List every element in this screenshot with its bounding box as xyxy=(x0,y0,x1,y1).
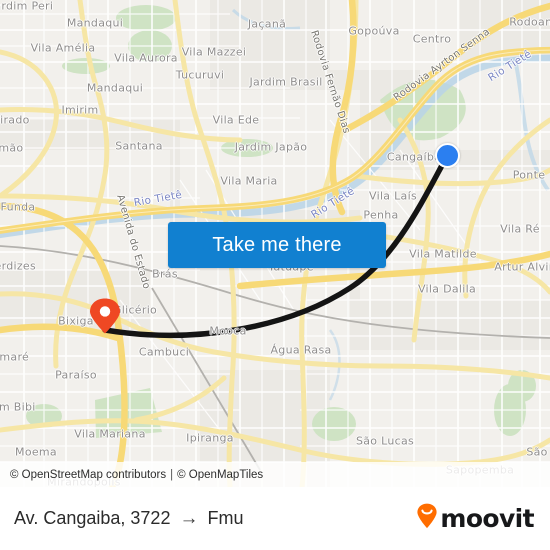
trip-title: Av. Cangaiba, 3722 → Fmu xyxy=(14,508,243,530)
attribution-openstreetmap-link[interactable]: © OpenStreetMap contributors xyxy=(10,469,166,481)
trip-destination-label: Fmu xyxy=(207,508,244,528)
take-me-there-button[interactable]: Take me there xyxy=(168,222,386,268)
trip-footer-bar: Av. Cangaiba, 3722 → Fmu moovit xyxy=(0,487,550,550)
attribution-separator: | xyxy=(170,468,174,481)
arrow-right-icon: → xyxy=(179,507,199,529)
trip-origin-label: Av. Cangaiba, 3722 xyxy=(14,508,171,528)
map-attribution: © OpenStreetMap contributors | © OpenMap… xyxy=(0,462,550,487)
destination-dot-marker[interactable] xyxy=(435,143,460,168)
origin-pin-marker[interactable] xyxy=(88,298,122,334)
moovit-pin-icon xyxy=(416,503,438,534)
attribution-openmaptiles-link[interactable]: © OpenMapTiles xyxy=(177,469,263,481)
moovit-wordmark: moovit xyxy=(440,504,534,533)
moovit-trip-map-screen: Jardim PeriMandaquiJaçanãGopoúvaCentroRo… xyxy=(0,0,550,550)
moovit-logo[interactable]: moovit xyxy=(416,503,535,534)
map-canvas[interactable]: Jardim PeriMandaquiJaçanãGopoúvaCentroRo… xyxy=(0,0,550,487)
